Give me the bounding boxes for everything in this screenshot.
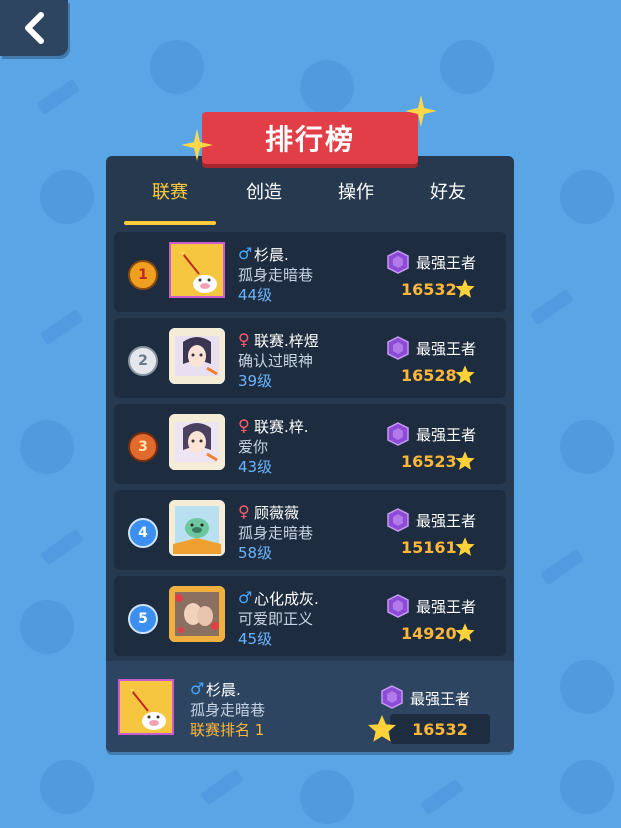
pig-avatar-icon bbox=[120, 681, 172, 733]
player-motto: 爱你 bbox=[238, 438, 269, 456]
chevron-left-icon bbox=[23, 12, 45, 44]
rank-number: 4 bbox=[138, 525, 148, 541]
rank-badge-bronze: 3 bbox=[128, 432, 158, 462]
tab-label: 创造 bbox=[246, 182, 282, 203]
ranking-row[interactable]: 5 ♂ 心化成灰. 可爱即正义 45级 最强王者 14920 bbox=[114, 576, 506, 656]
avatar[interactable] bbox=[169, 328, 225, 384]
my-league-rank: 联赛排名 1 bbox=[190, 721, 265, 739]
score: 16523 bbox=[401, 452, 457, 471]
player-level: 43级 bbox=[238, 458, 273, 476]
star-icon bbox=[368, 715, 396, 742]
avatar[interactable] bbox=[169, 500, 225, 556]
male-icon: ♂ bbox=[190, 679, 205, 698]
my-tier-label: 最强王者 bbox=[410, 690, 471, 708]
active-tab-indicator bbox=[124, 221, 216, 225]
star-icon bbox=[455, 365, 475, 384]
rank-number: 5 bbox=[138, 611, 148, 627]
leaderboard-panel: 联赛 创造 操作 好友 1 ♂ 杉晨. 孤身走暗巷 44级 最强王者 16532… bbox=[106, 156, 514, 752]
male-icon: ♂ bbox=[238, 588, 253, 607]
avatar[interactable] bbox=[169, 414, 225, 470]
rank-badge: 5 bbox=[128, 604, 158, 634]
player-name: 杉晨. bbox=[254, 246, 289, 264]
rank-badge-silver: 2 bbox=[128, 346, 158, 376]
purple-gem-icon bbox=[381, 685, 403, 709]
tier-label: 最强王者 bbox=[416, 426, 477, 444]
my-score-box: 16532 bbox=[390, 714, 490, 744]
my-avatar[interactable] bbox=[118, 679, 174, 735]
ranking-list[interactable]: 1 ♂ 杉晨. 孤身走暗巷 44级 最强王者 16532 2 ♀ 联赛.梓煜 确… bbox=[114, 232, 506, 660]
female-icon: ♀ bbox=[238, 416, 250, 435]
rank-badge: 4 bbox=[128, 518, 158, 548]
rank-badge-gold: 1 bbox=[128, 260, 158, 290]
player-motto: 孤身走暗巷 bbox=[238, 524, 314, 542]
player-name: 联赛.梓煜 bbox=[254, 332, 319, 350]
purple-gem-icon bbox=[387, 422, 409, 446]
player-level: 45级 bbox=[238, 630, 273, 648]
male-icon: ♂ bbox=[238, 244, 253, 263]
my-name: 杉晨. bbox=[206, 681, 241, 699]
rank-number: 2 bbox=[138, 353, 148, 369]
avatar[interactable] bbox=[169, 242, 225, 298]
tier-label: 最强王者 bbox=[416, 340, 477, 358]
female-icon: ♀ bbox=[238, 502, 250, 521]
leaderboard-title-banner: 排行榜 bbox=[202, 112, 418, 164]
page-title: 排行榜 bbox=[264, 123, 355, 156]
my-rank-bar: ♂ 杉晨. 孤身走暗巷 联赛排名 1 最强王者 16532 bbox=[106, 661, 514, 752]
ranking-row[interactable]: 3 ♀ 联赛.梓. 爱你 43级 最强王者 16523 bbox=[114, 404, 506, 484]
avatar[interactable] bbox=[169, 586, 225, 642]
tier-label: 最强王者 bbox=[416, 512, 477, 530]
back-button[interactable] bbox=[0, 0, 68, 56]
anime-avatar-icon bbox=[169, 328, 225, 384]
player-name: 心化成灰. bbox=[254, 590, 319, 608]
score: 16532 bbox=[401, 280, 457, 299]
star-icon bbox=[455, 451, 475, 470]
sparkle-icon bbox=[405, 95, 437, 127]
player-motto: 可爱即正义 bbox=[238, 610, 314, 628]
star-icon bbox=[455, 623, 475, 642]
tier-label: 最强王者 bbox=[416, 254, 477, 272]
tab-league[interactable]: 联赛 bbox=[124, 178, 216, 225]
star-icon bbox=[455, 537, 475, 556]
purple-gem-icon bbox=[387, 594, 409, 618]
rank-number: 1 bbox=[138, 267, 148, 283]
score: 14920 bbox=[401, 624, 457, 643]
tab-label: 好友 bbox=[430, 182, 466, 203]
anime-avatar-icon bbox=[169, 414, 225, 470]
my-motto: 孤身走暗巷 bbox=[190, 701, 266, 719]
ranking-row[interactable]: 4 ♀ 顾薇薇 孤身走暗巷 58级 最强王者 15161 bbox=[114, 490, 506, 570]
rank-number: 3 bbox=[138, 439, 148, 455]
purple-gem-icon bbox=[387, 250, 409, 274]
tab-label: 联赛 bbox=[152, 182, 188, 203]
player-level: 44级 bbox=[238, 286, 273, 304]
player-motto: 孤身走暗巷 bbox=[238, 266, 314, 284]
photo-avatar-icon bbox=[169, 586, 225, 642]
star-icon bbox=[455, 279, 475, 298]
tab-create[interactable]: 创造 bbox=[218, 178, 310, 222]
pig-avatar-icon bbox=[171, 244, 223, 296]
tab-label: 操作 bbox=[338, 182, 374, 203]
tier-label: 最强王者 bbox=[416, 598, 477, 616]
player-name: 顾薇薇 bbox=[254, 504, 300, 522]
sparkle-icon bbox=[181, 129, 213, 161]
my-score: 16532 bbox=[412, 720, 468, 739]
tab-operation[interactable]: 操作 bbox=[310, 178, 402, 222]
female-icon: ♀ bbox=[238, 330, 250, 349]
player-name: 联赛.梓. bbox=[254, 418, 309, 436]
purple-gem-icon bbox=[387, 336, 409, 360]
player-motto: 确认过眼神 bbox=[238, 352, 314, 370]
tab-bar: 联赛 创造 操作 好友 bbox=[106, 156, 514, 225]
pig-frame-avatar-icon bbox=[169, 500, 225, 556]
player-level: 58级 bbox=[238, 544, 273, 562]
score: 15161 bbox=[401, 538, 457, 557]
purple-gem-icon bbox=[387, 508, 409, 532]
tab-friends[interactable]: 好友 bbox=[402, 178, 494, 222]
ranking-row[interactable]: 1 ♂ 杉晨. 孤身走暗巷 44级 最强王者 16532 bbox=[114, 232, 506, 312]
player-level: 39级 bbox=[238, 372, 273, 390]
ranking-row[interactable]: 2 ♀ 联赛.梓煜 确认过眼神 39级 最强王者 16528 bbox=[114, 318, 506, 398]
score: 16528 bbox=[401, 366, 457, 385]
